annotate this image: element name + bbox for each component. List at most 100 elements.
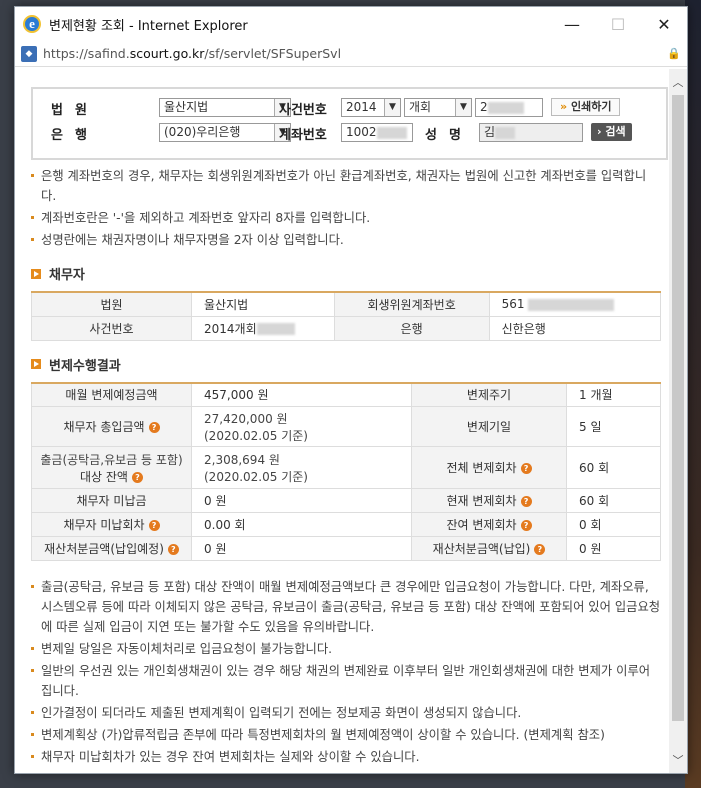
scroll-up-icon[interactable]: ︿ <box>669 73 687 91</box>
period-value: 5 일 <box>566 406 661 447</box>
case-type-select[interactable]: 개회 ▼ <box>404 98 472 117</box>
help-icon[interactable]: ? <box>520 463 532 474</box>
lock-icon: 🔒 <box>667 47 681 60</box>
window-title: 변제현황 조회 - Internet Explorer <box>49 18 248 34</box>
ie-logo-icon: e <box>23 15 41 33</box>
account-value: 561 <box>488 291 662 317</box>
bank-value: 신한은행 <box>488 315 662 341</box>
court-value: 울산지법 <box>191 291 335 317</box>
debtor-table: 법원 울산지법 회생위원계좌번호 561 사건번호 2014개회 은행 신한은행 <box>31 291 662 341</box>
section-arrow-icon <box>31 359 41 369</box>
table-row: 법원 울산지법 회생위원계좌번호 561 <box>31 291 662 317</box>
unpaid-header: 채무자 미납금 <box>31 488 192 513</box>
help-icon[interactable]: ? <box>148 520 160 531</box>
case-year-select[interactable]: 2014 ▼ <box>341 98 401 117</box>
period-header: 변제기일 <box>411 406 567 447</box>
table-row: 출금(공탁금,유보금 등 포함) 대상 잔액? 2,308,694 원 (2020.… <box>31 446 661 489</box>
case-number-label: 사건번호 <box>279 103 327 118</box>
bank-label: 은행 <box>51 128 99 143</box>
account-number-input[interactable]: 1002 <box>341 123 413 142</box>
redacted-block <box>495 126 516 139</box>
total-in-value: 27,420,000 원 (2020.02.05 기준) <box>191 406 412 447</box>
table-row: 채무자 총입금액? 27,420,000 원 (2020.02.05 기준) 변제… <box>31 406 661 447</box>
chevron-down-icon: ▼ <box>384 99 400 116</box>
property-paid-header: 재산처분금액(납입)? <box>411 536 567 561</box>
result-section-title: 변제수행결과 <box>31 355 669 374</box>
name-label: 성명 <box>425 128 473 143</box>
total-rounds-value: 60 회 <box>566 446 661 489</box>
note-item: 변제계획상 (가)압류적립금 존부에 따라 특정변제회차의 월 변제예정액이 상… <box>31 725 661 745</box>
address-bar[interactable]: ◆ https://safind.scourt.go.kr/sf/servlet… <box>15 41 687 67</box>
note-item: 변제일 당일은 자동이체처리로 입금요청이 불가능합니다. <box>31 639 661 659</box>
table-row: 재산처분금액(납입예정)? 0 원 재산처분금액(납입)? 0 원 <box>31 536 661 561</box>
print-button[interactable]: » 인쇄하기 <box>551 98 621 116</box>
note-item: 채무자 미납회차가 있는 경우 잔여 변제회차는 실제와 상이할 수 있습니다. <box>31 747 661 767</box>
notes-bottom: 출금(공탁금, 유보금 등 포함) 대상 잔액이 매월 변제예정금액보다 큰 경… <box>31 577 661 767</box>
scroll-down-icon[interactable]: ﹀ <box>669 751 687 769</box>
chevron-down-icon: ▼ <box>455 99 471 116</box>
maximize-button[interactable]: ☐ <box>595 7 641 41</box>
account-number-label: 계좌번호 <box>279 128 327 143</box>
total-in-header: 채무자 총입금액? <box>31 406 192 447</box>
scroll-thumb[interactable] <box>672 95 684 721</box>
current-rounds-header: 현재 변제회차? <box>411 488 567 513</box>
bank-select[interactable]: (020)우리은행 ▼ <box>159 123 291 142</box>
minimize-button[interactable]: — <box>549 7 595 41</box>
court-select[interactable]: 울산지법 ▼ <box>159 98 291 117</box>
page-content: 법원 울산지법 ▼ 사건번호 2014 ▼ 개회 ▼ 2 » 인쇄하기 은행 (020… <box>15 69 669 773</box>
note-item: 성명란에는 채권자명이나 채무자명을 2자 이상 입력합니다. <box>31 230 661 250</box>
double-chevron-icon: » <box>560 100 568 113</box>
note-item: 일반의 우선권 있는 개인회생채권이 있는 경우 해당 채권의 변제완료 이후부… <box>31 661 661 701</box>
cycle-value: 1 개월 <box>566 382 661 407</box>
notes-top: 은행 계좌번호의 경우, 채무자는 회생위원계좌번호가 아닌 환급계좌번호, 채… <box>31 166 661 250</box>
case-number-input[interactable]: 2 <box>475 98 543 117</box>
help-icon[interactable]: ? <box>148 422 160 433</box>
debtor-section-title: 채무자 <box>31 264 669 283</box>
help-icon[interactable]: ? <box>520 520 532 531</box>
section-arrow-icon <box>31 268 41 279</box>
note-item: 계좌번호란은 '-'을 제외하고 계좌번호 앞자리 8자를 입력합니다. <box>31 208 661 228</box>
redacted-block <box>487 101 524 114</box>
note-item: 은행 계좌번호의 경우, 채무자는 회생위원계좌번호가 아닌 환급계좌번호, 채… <box>31 166 661 206</box>
property-planned-header: 재산처분금액(납입예정)? <box>31 536 192 561</box>
table-row: 매월 변제예정금액 457,000 원 변제주기 1 개월 <box>31 382 661 407</box>
name-input[interactable]: 김 <box>479 123 583 142</box>
search-form: 법원 울산지법 ▼ 사건번호 2014 ▼ 개회 ▼ 2 » 인쇄하기 은행 (020… <box>31 87 668 160</box>
remaining-rounds-header: 잔여 변제회차? <box>411 512 567 537</box>
unpaid-rounds-value: 0.00 회 <box>191 512 412 537</box>
payout-header: 출금(공탁금,유보금 등 포함) 대상 잔액? <box>31 446 192 489</box>
close-button[interactable]: ✕ <box>641 7 687 41</box>
note-item: 인가결정이 되더라도 제출된 변제계획이 입력되기 전에는 정보제공 화면이 생… <box>31 703 661 723</box>
table-row: 채무자 미납금 0 원 현재 변제회차? 60 회 <box>31 488 661 513</box>
monthly-header: 매월 변제예정금액 <box>31 382 192 407</box>
account-header: 회생위원계좌번호 <box>333 291 490 317</box>
case-header: 사건번호 <box>31 315 192 341</box>
search-button[interactable]: › 검색 <box>591 123 632 141</box>
vertical-scrollbar[interactable]: ︿ ﹀ <box>669 69 687 773</box>
table-row: 채무자 미납회차? 0.00 회 잔여 변제회차? 0 회 <box>31 512 661 537</box>
property-paid-value: 0 원 <box>566 536 661 561</box>
help-icon[interactable]: ? <box>520 496 532 507</box>
monthly-value: 457,000 원 <box>191 382 412 407</box>
site-favicon-icon: ◆ <box>21 45 37 62</box>
unpaid-value: 0 원 <box>191 488 412 513</box>
total-rounds-header: 전체 변제회차? <box>411 446 567 489</box>
help-icon[interactable]: ? <box>167 544 179 555</box>
browser-window: e 변제현황 조회 - Internet Explorer — ☐ ✕ ◆ ht… <box>14 6 688 774</box>
help-icon[interactable]: ? <box>131 471 143 483</box>
result-table: 매월 변제예정금액 457,000 원 변제주기 1 개월 채무자 총입금액? … <box>31 381 661 561</box>
bank-header: 은행 <box>333 315 490 341</box>
court-header: 법원 <box>31 291 192 317</box>
court-label: 법원 <box>51 103 99 118</box>
table-row: 사건번호 2014개회 은행 신한은행 <box>31 315 662 341</box>
remaining-rounds-value: 0 회 <box>566 512 661 537</box>
current-rounds-value: 60 회 <box>566 488 661 513</box>
unpaid-rounds-header: 채무자 미납회차? <box>31 512 192 537</box>
cycle-header: 변제주기 <box>411 382 567 407</box>
payout-value: 2,308,694 원 (2020.02.05 기준) <box>191 446 412 489</box>
case-value: 2014개회 <box>191 315 335 341</box>
help-icon[interactable]: ? <box>534 544 546 555</box>
url-text[interactable]: https://safind.scourt.go.kr/sf/servlet/S… <box>43 46 341 61</box>
note-item: 출금(공탁금, 유보금 등 포함) 대상 잔액이 매월 변제예정금액보다 큰 경… <box>31 577 661 637</box>
redacted-block <box>256 323 295 335</box>
